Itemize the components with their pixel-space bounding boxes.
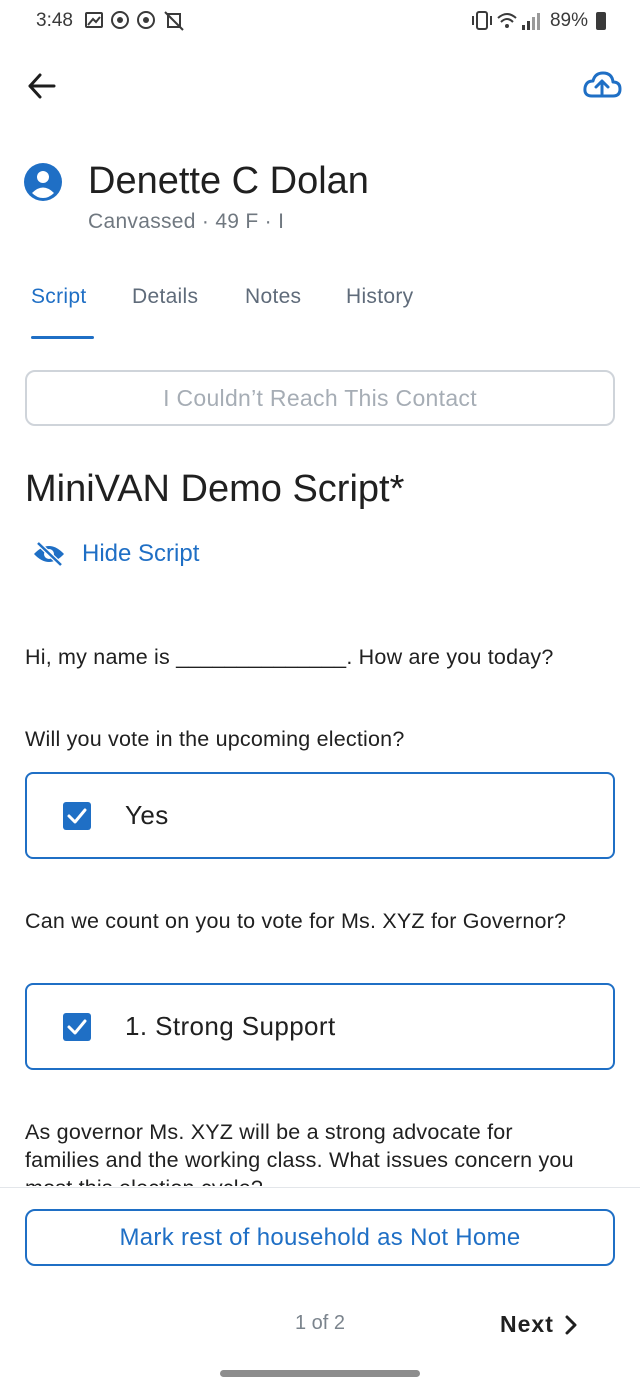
question-support: Can we count on you to vote for Ms. XYZ … [25, 909, 567, 933]
answer-option-yes[interactable]: Yes [25, 772, 615, 859]
contact-subtitle: Canvassed · 49 F · I [88, 210, 285, 233]
battery-percent: 89% [549, 10, 588, 31]
tab-bar: Script Details Notes History [0, 285, 640, 345]
tab-history[interactable]: History [346, 285, 413, 309]
checkbox-checked[interactable] [63, 802, 91, 830]
script-intro: Hi, my name is ______________. How are y… [25, 645, 554, 669]
hide-script-label: Hide Script [82, 540, 200, 567]
notification-icons [84, 10, 196, 37]
couldnt-reach-button[interactable]: I Couldn’t Reach This Contact [25, 370, 615, 426]
home-indicator[interactable] [220, 1370, 420, 1377]
question-vote: Will you vote in the upcoming election? [25, 727, 405, 751]
status-time: 3:48 [36, 10, 73, 31]
status-bar: 3:48 89% [0, 0, 640, 44]
tab-details[interactable]: Details [132, 285, 198, 309]
answer-option-strong-support[interactable]: 1. Strong Support [25, 983, 615, 1070]
status-right: 89% [471, 10, 606, 32]
next-label: Next [500, 1311, 554, 1337]
cloud-upload-icon [583, 71, 622, 98]
vibrate-wifi-signal-icons [471, 11, 540, 30]
scroll-clip: As governor Ms. XYZ will be a strong adv… [0, 1110, 640, 1186]
arrow-left-icon [28, 73, 56, 99]
script-title: MiniVAN Demo Script* [25, 468, 405, 510]
checkbox-checked[interactable] [63, 1013, 91, 1041]
sync-upload-button[interactable] [582, 68, 622, 104]
mark-household-not-home-button[interactable]: Mark rest of household as Not Home [25, 1209, 615, 1266]
eye-off-icon [34, 541, 64, 567]
active-tab-indicator [31, 336, 94, 339]
answer-label: 1. Strong Support [125, 1011, 336, 1041]
tab-script[interactable]: Script [31, 285, 86, 309]
check-icon [67, 1019, 87, 1035]
avatar [24, 163, 62, 201]
check-icon [67, 808, 87, 824]
footer-divider [0, 1187, 640, 1188]
tab-notes[interactable]: Notes [245, 285, 301, 309]
battery-icon [596, 12, 606, 30]
back-button[interactable] [22, 66, 62, 106]
answer-label: Yes [125, 800, 169, 830]
chevron-right-icon [565, 1315, 577, 1334]
contact-name: Denette C Dolan [88, 160, 369, 202]
next-button[interactable]: Next [500, 1311, 578, 1338]
question-issues: As governor Ms. XYZ will be a strong adv… [25, 1120, 574, 1186]
person-circle-icon [24, 163, 62, 201]
notification-icon-group [85, 11, 184, 31]
hide-script-button[interactable]: Hide Script [32, 540, 199, 568]
